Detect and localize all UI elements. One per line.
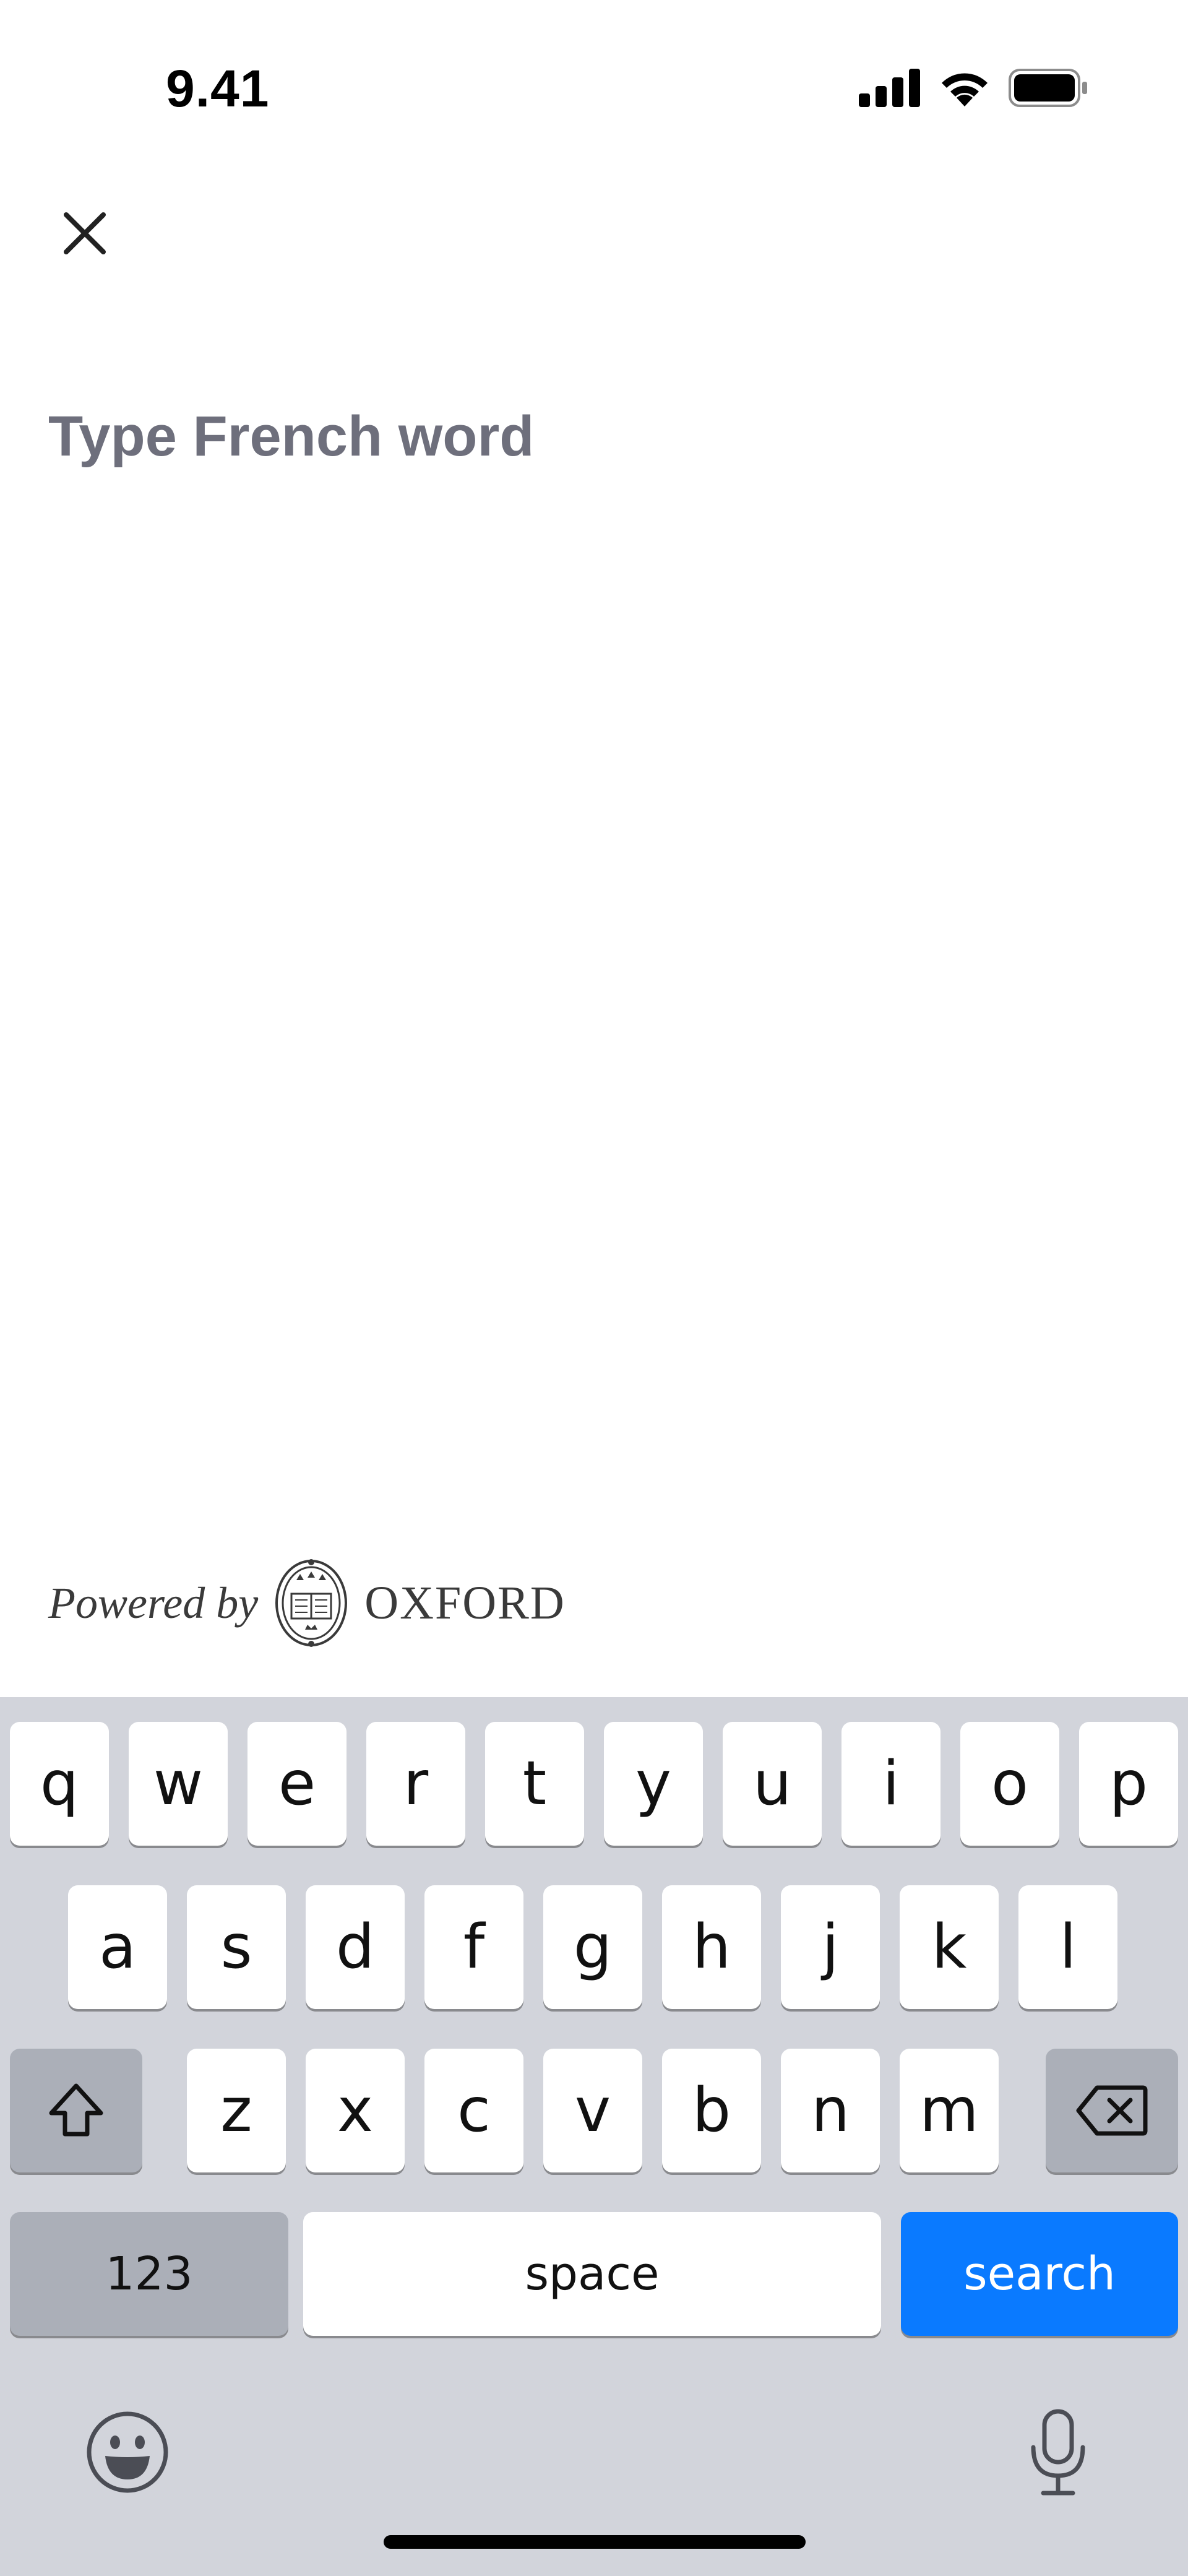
key-l[interactable]: l	[1018, 1885, 1117, 2009]
cellular-signal-icon	[859, 69, 920, 107]
numbers-key[interactable]: 123	[10, 2212, 288, 2336]
key-u[interactable]: u	[723, 1722, 822, 1846]
key-w[interactable]: w	[129, 1722, 228, 1846]
shift-icon	[49, 2083, 103, 2137]
home-indicator[interactable]	[384, 2535, 806, 2549]
key-e[interactable]: e	[248, 1722, 346, 1846]
powered-by-oxford: Powered by OXFORD	[48, 1554, 566, 1653]
key-z[interactable]: z	[187, 2049, 286, 2172]
search-input[interactable]	[48, 396, 1137, 477]
key-s[interactable]: s	[187, 1885, 286, 2009]
battery-icon	[1009, 69, 1087, 107]
key-x[interactable]: x	[306, 2049, 405, 2172]
emoji-button[interactable]	[84, 2409, 171, 2496]
status-icons	[859, 68, 1089, 108]
status-bar: 9.41	[0, 0, 1188, 149]
key-t[interactable]: t	[485, 1722, 584, 1846]
key-g[interactable]: g	[543, 1885, 642, 2009]
oxford-crest-icon	[275, 1559, 348, 1647]
emoji-icon	[87, 2411, 168, 2493]
key-o[interactable]: o	[960, 1722, 1059, 1846]
key-v[interactable]: v	[543, 2049, 642, 2172]
key-k[interactable]: k	[900, 1885, 999, 2009]
close-icon	[64, 212, 106, 254]
key-f[interactable]: f	[424, 1885, 523, 2009]
close-button[interactable]	[51, 199, 119, 267]
key-c[interactable]: c	[424, 2049, 523, 2172]
key-b[interactable]: b	[662, 2049, 761, 2172]
key-d[interactable]: d	[306, 1885, 405, 2009]
search-key[interactable]: search	[901, 2212, 1178, 2336]
key-j[interactable]: j	[781, 1885, 880, 2009]
microphone-icon	[1031, 2409, 1085, 2496]
key-a[interactable]: a	[68, 1885, 167, 2009]
space-key[interactable]: space	[303, 2212, 881, 2336]
backspace-icon	[1076, 2085, 1148, 2136]
shift-key[interactable]	[10, 2049, 142, 2172]
status-time: 9.41	[166, 59, 270, 118]
wifi-icon	[942, 73, 988, 106]
key-r[interactable]: r	[366, 1722, 465, 1846]
key-i[interactable]: i	[842, 1722, 940, 1846]
keyboard: q w e r t y u i o p a s d f g h j k l z …	[0, 1697, 1188, 2576]
backspace-key[interactable]	[1046, 2049, 1178, 2172]
key-h[interactable]: h	[662, 1885, 761, 2009]
key-p[interactable]: p	[1079, 1722, 1178, 1846]
powered-by-label: Powered by	[48, 1578, 259, 1628]
microphone-button[interactable]	[1015, 2406, 1101, 2499]
key-m[interactable]: m	[900, 2049, 999, 2172]
key-y[interactable]: y	[604, 1722, 703, 1846]
oxford-brand: OXFORD	[364, 1576, 566, 1629]
key-q[interactable]: q	[10, 1722, 109, 1846]
key-n[interactable]: n	[781, 2049, 880, 2172]
